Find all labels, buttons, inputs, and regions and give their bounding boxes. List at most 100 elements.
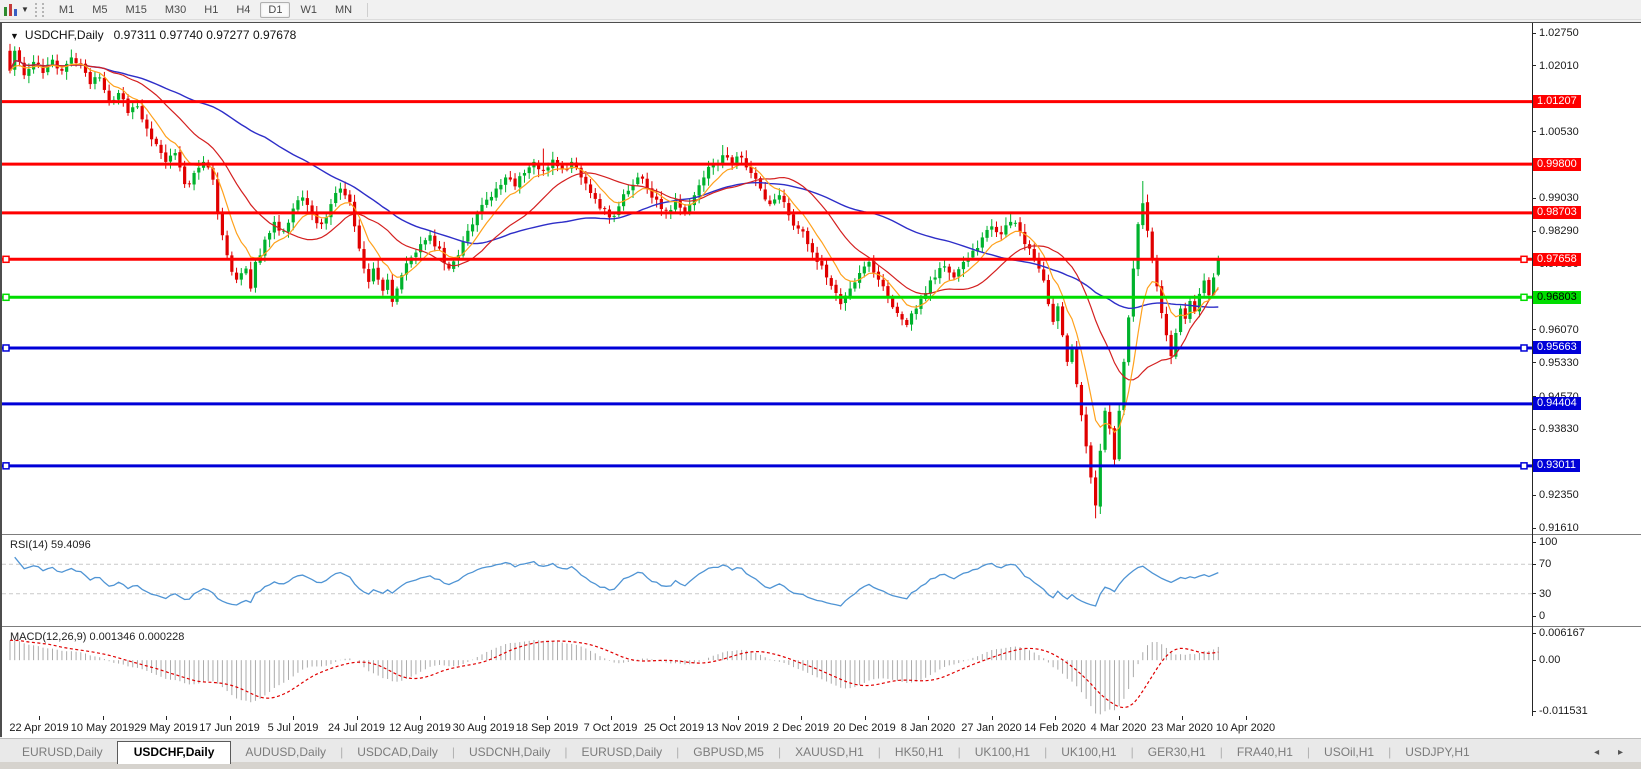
candle-body [900, 314, 904, 320]
candle-body [810, 243, 814, 253]
candle-body [702, 177, 706, 186]
timeframe-button-m5[interactable]: M5 [84, 2, 115, 18]
candle-body [933, 277, 937, 280]
candle-body [985, 229, 989, 238]
candlestick-chart[interactable] [2, 23, 1532, 534]
candle-body [839, 294, 843, 305]
chart-tab-uk100-h1[interactable]: UK100,H1 [961, 742, 1044, 763]
candle-body [1103, 410, 1107, 450]
candle-body [135, 106, 140, 108]
chart-tab-usdcad-daily[interactable]: USDCAD,Daily [343, 742, 452, 763]
collapse-triangle-icon[interactable]: ▼ [10, 31, 19, 41]
chart-tab-uk100-h1[interactable]: UK100,H1 [1047, 742, 1130, 763]
candle-body [395, 288, 399, 302]
timeframe-button-w1[interactable]: W1 [292, 2, 325, 18]
timeframe-button-m15[interactable]: M15 [117, 2, 154, 18]
tab-scroll-arrows[interactable]: ◂ ▸ [1594, 747, 1631, 763]
line-handle[interactable] [1520, 293, 1528, 302]
date-tick-mark [864, 716, 866, 720]
candle-body [183, 166, 187, 185]
price-chart-panel[interactable]: ▼ USDCHF,Daily 0.97311 0.97740 0.97277 0.… [2, 23, 1641, 534]
line-handle[interactable] [1520, 344, 1528, 352]
timeframe-button-m30[interactable]: M30 [157, 2, 194, 18]
candle-body [27, 69, 31, 76]
candle-body [518, 176, 522, 188]
line-price-label-0.98703: 0.98703 [1533, 206, 1581, 220]
date-tick-mark [1245, 716, 1247, 720]
chart-tab-usdjpy-h1[interactable]: USDJPY,H1 [1391, 742, 1483, 763]
ohlc-low: 0.97277 [206, 28, 250, 42]
candle-body [485, 199, 489, 205]
candle-body [1136, 224, 1140, 270]
line-handle[interactable] [2, 255, 10, 264]
candle-body [36, 62, 40, 64]
line-handle[interactable] [1520, 462, 1528, 470]
top-toolbar: ▼ M1 M5 M15 M30 H1 H4 D1 W1 MN [0, 0, 1641, 20]
date-tick-mark [737, 716, 739, 720]
candle-body [1042, 269, 1046, 281]
date-tick-mark [356, 716, 358, 720]
candle-body [1178, 308, 1183, 333]
date-tick-mark [420, 716, 421, 720]
indicator-chart-icon[interactable] [3, 3, 19, 17]
line-handle[interactable] [2, 293, 10, 302]
date-tick-mark [1118, 716, 1120, 720]
chart-tab-usdcnh-daily[interactable]: USDCNH,Daily [455, 742, 564, 763]
ohlc-high: 0.97740 [159, 28, 203, 42]
timeframe-button-h1[interactable]: H1 [196, 2, 226, 18]
candle-body [338, 188, 342, 193]
rsi-line [14, 556, 1219, 607]
chart-tab-audusd-daily[interactable]: AUDUSD,Daily [231, 742, 340, 763]
rsi-panel[interactable]: RSI(14) 59.4096 100 70 30 0 [2, 536, 1641, 626]
candle-body [905, 319, 909, 325]
candle-body [773, 199, 777, 204]
line-handle[interactable] [2, 462, 10, 470]
candle-body [513, 178, 517, 187]
rsi-plot[interactable] [2, 536, 1532, 626]
timeframe-button-h4[interactable]: H4 [228, 2, 258, 18]
candle-body [376, 267, 380, 280]
candle-body [433, 235, 437, 247]
timeframe-button-mn[interactable]: MN [327, 2, 360, 18]
date-tick-mark [102, 716, 104, 720]
candle-body [470, 224, 475, 232]
candle-body [343, 188, 347, 196]
tabs-container: EURUSD,Daily USDCHF,Daily AUDUSD,Daily | USD… [8, 741, 1484, 764]
date-label: 4 Mar 2020 [1090, 722, 1147, 734]
chart-tab-usdchf-daily[interactable]: USDCHF,Daily [116, 741, 232, 764]
date-axis[interactable]: 22 Apr 2019 10 May 2019 29 May 2019 17 Jun … [2, 716, 1641, 739]
timeframe-button-d1[interactable]: D1 [260, 1, 291, 18]
chart-tab-gbpusd-m5[interactable]: GBPUSD,M5 [679, 742, 778, 763]
line-handle[interactable] [2, 344, 10, 352]
toolbar-grip-handle[interactable] [34, 2, 44, 17]
candle-body [305, 198, 309, 205]
chart-tab-eurusd-daily[interactable]: EURUSD,Daily [8, 742, 117, 763]
timeframe-button-m1[interactable]: M1 [51, 2, 82, 18]
macd-plot[interactable] [2, 628, 1532, 716]
line-handle[interactable] [1520, 255, 1528, 264]
candle-body [1150, 231, 1154, 260]
candle-body [980, 237, 984, 248]
candle-body [1202, 280, 1206, 294]
macd-panel[interactable]: MACD(12,26,9) 0.001346 0.000228 0.006167… [2, 627, 1641, 717]
toolbar-separator [367, 2, 369, 17]
ohlc-close: 0.97678 [252, 28, 297, 42]
candle-body [239, 273, 243, 280]
chart-tab-hk50-h1[interactable]: HK50,H1 [881, 742, 958, 763]
candle-body [1013, 222, 1017, 224]
chart-tab-usoil-h1[interactable]: USOil,H1 [1310, 742, 1388, 763]
candle-body [225, 235, 229, 256]
chart-tab-fra40-h1[interactable]: FRA40,H1 [1223, 742, 1307, 763]
chart-tab-ger30-h1[interactable]: GER30,H1 [1134, 742, 1220, 763]
chart-window: ▼ USDCHF,Daily 0.97311 0.97740 0.97277 0.… [0, 22, 1641, 739]
candle-body [414, 252, 418, 257]
chevron-down-icon[interactable]: ▼ [21, 5, 29, 14]
candle-body [466, 230, 470, 242]
ohlc-open: 0.97311 [113, 28, 157, 42]
candle-body [919, 298, 923, 309]
chart-tab-xauusd-h1[interactable]: XAUUSD,H1 [781, 742, 878, 763]
chart-tab-eurusd-daily[interactable]: EURUSD,Daily [567, 742, 676, 763]
candle-body [381, 279, 385, 291]
candle-body [1094, 477, 1098, 506]
macd-value-signal: 0.000228 [138, 631, 185, 643]
